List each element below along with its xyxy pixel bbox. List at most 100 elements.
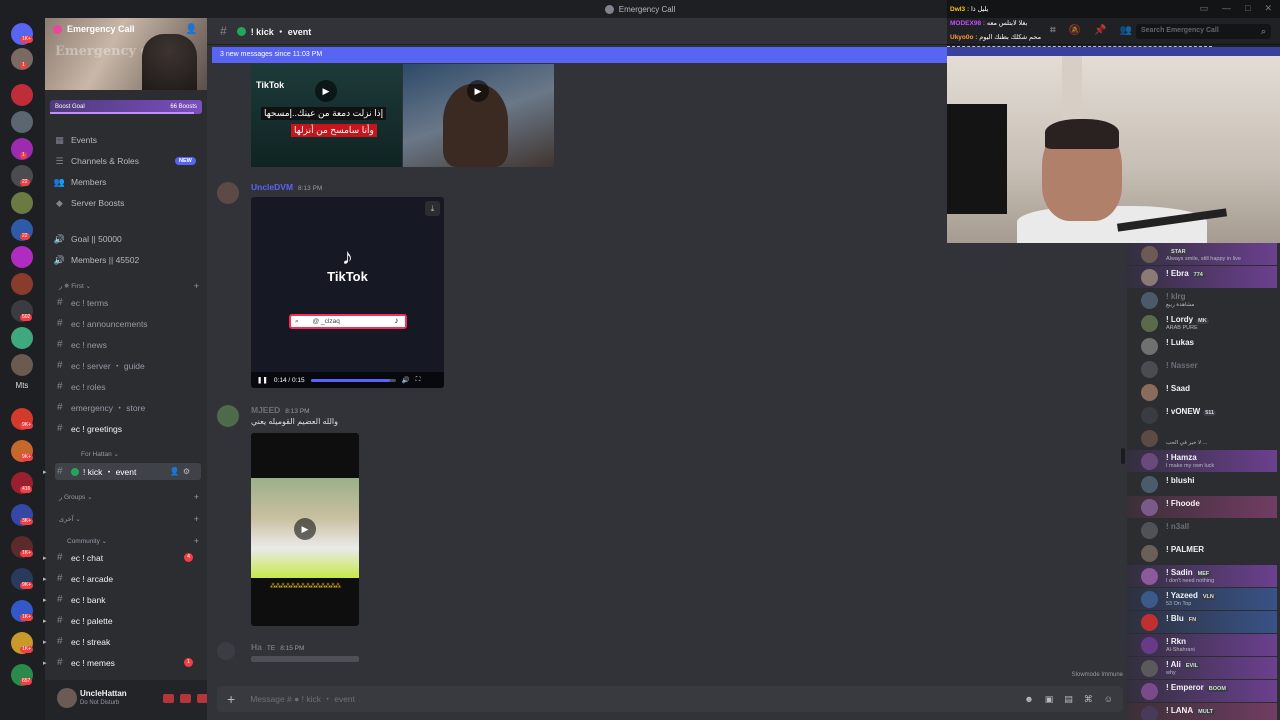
member-item[interactable]: ! blushi <box>1127 473 1277 495</box>
add-channel-icon[interactable]: + <box>194 492 199 502</box>
member-item[interactable]: ! Yazeed VLN 53 On Top <box>1127 588 1277 610</box>
gif-icon[interactable]: ▣ <box>1045 694 1054 705</box>
message-author[interactable]: MJEED 8:13 PM <box>251 405 310 415</box>
stat-channel-goal[interactable]: 🔊 Goal || 50000 <box>54 231 122 247</box>
nav-channels-roles[interactable]: ☰ Channels & Roles <box>55 153 139 169</box>
channel-streak[interactable]: ▸ # ec ! streak <box>43 633 201 650</box>
channel-settings-icon[interactable]: 👤⚙ <box>170 467 193 476</box>
member-item[interactable]: ! Blu FN <box>1127 611 1277 633</box>
message-author[interactable]: Ha TE 8:15 PM <box>251 642 304 652</box>
unread-badge: 502 <box>20 314 33 321</box>
category-arabic[interactable]: آخرى ⌄ + <box>59 514 199 524</box>
channel-memes[interactable]: ▸ # ec ! memes 1 <box>43 654 201 671</box>
category-first[interactable]: ر ✵ First ⌄ + <box>59 281 199 291</box>
video-thumbnail[interactable]: TikTok إذا نزلت دمعة من عينك..إمسحها وأن… <box>251 64 402 167</box>
volume-icon[interactable]: 🔊 <box>402 376 410 384</box>
apps-icon[interactable]: ⌘ <box>1084 694 1093 705</box>
member-item[interactable]: ! Ali EVIL why <box>1127 657 1277 679</box>
play-icon[interactable]: ▶ <box>467 80 489 102</box>
server-icon[interactable] <box>11 327 33 349</box>
member-item[interactable]: ! LANA MULT <box>1127 703 1277 720</box>
server-icon[interactable] <box>11 111 33 133</box>
message-author[interactable]: UncleDVM 8:13 PM <box>251 182 322 192</box>
tiktok-icon: ♪ <box>342 244 353 269</box>
member-item[interactable]: ! kIrg مشاهدة ربيع <box>1127 289 1277 311</box>
channel-greetings[interactable]: # ec ! greetings <box>55 420 201 437</box>
deafen-icon[interactable] <box>180 694 191 703</box>
add-channel-icon[interactable]: + <box>194 514 199 524</box>
video-attachment[interactable]: ▶ ⁂⁂⁂⁂⁂⁂⁂⁂⁂⁂⁂⁂⁂⁂ <box>251 433 359 626</box>
add-channel-icon[interactable]: + <box>194 536 199 546</box>
video-player[interactable]: ⤓ ♪ TikTok ⌕ @ _clzaq ♪ ❚❚ 0:14 / 0:15 🔊 ⛶ <box>251 197 444 388</box>
banner-image <box>142 34 197 90</box>
boost-goal-bar[interactable]: Boost Goal 66 Boosts <box>50 100 202 114</box>
category-for-hattan[interactable]: For Hattan ⌄ <box>59 450 199 458</box>
server-icon[interactable] <box>11 246 33 268</box>
server-icon[interactable] <box>11 84 33 106</box>
member-status: I don't need nothing <box>1166 578 1215 584</box>
member-item[interactable]: لا خير في الحب ... <box>1127 427 1277 449</box>
category-community[interactable]: Community ⌄ + <box>59 536 199 546</box>
invite-people-icon[interactable]: 👤 <box>185 24 197 36</box>
scrollbar[interactable] <box>1121 448 1125 464</box>
avatar[interactable] <box>57 688 77 708</box>
nav-events[interactable]: ▦ Events <box>55 132 97 148</box>
channel-terms[interactable]: # ec ! terms <box>55 294 201 311</box>
member-status: Al-Shahrani <box>1166 647 1195 653</box>
channel-announcements[interactable]: # ec ! announcements <box>55 315 201 332</box>
server-icon[interactable] <box>11 354 33 376</box>
avatar[interactable] <box>217 182 239 204</box>
add-channel-icon[interactable]: + <box>194 281 199 291</box>
nav-members[interactable]: 👥 Members <box>54 174 107 190</box>
attach-icon[interactable]: + <box>227 691 235 707</box>
server-name[interactable]: Emergency Call <box>53 24 135 34</box>
download-icon[interactable]: ⤓ <box>425 201 440 216</box>
channel-arcade[interactable]: ▸ # ec ! arcade <box>43 570 201 587</box>
stat-channel-members[interactable]: 🔊 Members || 45502 <box>54 252 139 268</box>
channel-bank[interactable]: ▸ # ec ! bank <box>43 591 201 608</box>
member-item[interactable]: ! Nasser <box>1127 358 1277 380</box>
mute-icon[interactable] <box>163 694 174 703</box>
channel-server-guide[interactable]: # ec ! server ・ guide <box>55 357 201 374</box>
member-item[interactable]: ! Saad <box>1127 381 1277 403</box>
channel-store[interactable]: # emergency ・ store <box>55 399 201 416</box>
boost-goal-label: Boost Goal <box>55 104 85 110</box>
member-item[interactable]: ! Sadin MEF I don't need nothing <box>1127 565 1277 587</box>
member-item[interactable]: ! Lukas <box>1127 335 1277 357</box>
sticker-icon[interactable]: ▤ <box>1064 694 1073 705</box>
avatar[interactable] <box>217 405 239 427</box>
server-icon[interactable] <box>11 273 33 295</box>
server-banner[interactable]: Emergency call Emergency Call 👤 <box>45 18 207 90</box>
member-item[interactable]: ! Rkn Al-Shahrani <box>1127 634 1277 656</box>
video-scrubber[interactable] <box>310 378 396 382</box>
channel-kick-event[interactable]: ▸ # ! kick ・ event 👤⚙ <box>43 463 201 480</box>
category-groups[interactable]: ر Groups ⌄ + <box>59 492 199 502</box>
video-thumbnail[interactable]: ▶ <box>403 64 554 167</box>
nav-server-boosts[interactable]: ◆ Server Boosts <box>55 195 124 211</box>
channel-roles[interactable]: # ec ! roles <box>55 378 201 395</box>
server-icon[interactable] <box>11 192 33 214</box>
member-item[interactable]: ! Ebra 774 <box>1127 266 1277 288</box>
play-icon[interactable]: ▶ <box>315 80 337 102</box>
member-item[interactable]: ! Lordy MK ARAB PURE <box>1127 312 1277 334</box>
member-status: Always smile, still happy in live <box>1166 256 1241 262</box>
member-item[interactable]: ! vONEW 511 <box>1127 404 1277 426</box>
avatar[interactable] <box>217 642 235 660</box>
member-item[interactable]: ! n3all <box>1127 519 1277 541</box>
pause-icon[interactable]: ❚❚ <box>257 376 268 384</box>
member-item[interactable]: ! Fhoode <box>1127 496 1277 518</box>
server-icon[interactable]: Mts <box>11 374 33 396</box>
play-icon[interactable]: ▶ <box>294 518 316 540</box>
channel-palette[interactable]: ▸ # ec ! palette <box>43 612 201 629</box>
member-item[interactable]: ! Emperor BOOM <box>1127 680 1277 702</box>
message-input[interactable]: + Message # ● ! kick ・ event ☻ ▣ ▤ ⌘ ☺ <box>217 686 1123 712</box>
channel-label: ec ! news <box>71 339 107 350</box>
member-item[interactable]: ! Hamza I make my own luck <box>1127 450 1277 472</box>
emoji-icon[interactable]: ☺ <box>1104 694 1113 705</box>
channel-chat[interactable]: ▸ # ec ! chat 4 <box>43 549 201 566</box>
member-item[interactable]: STAR Always smile, still happy in live <box>1127 243 1277 265</box>
fullscreen-icon[interactable]: ⛶ <box>416 376 421 384</box>
member-item[interactable]: ! PALMER <box>1127 542 1277 564</box>
channel-news[interactable]: # ec ! news <box>55 336 201 353</box>
gift-icon[interactable]: ☻ <box>1024 694 1033 705</box>
